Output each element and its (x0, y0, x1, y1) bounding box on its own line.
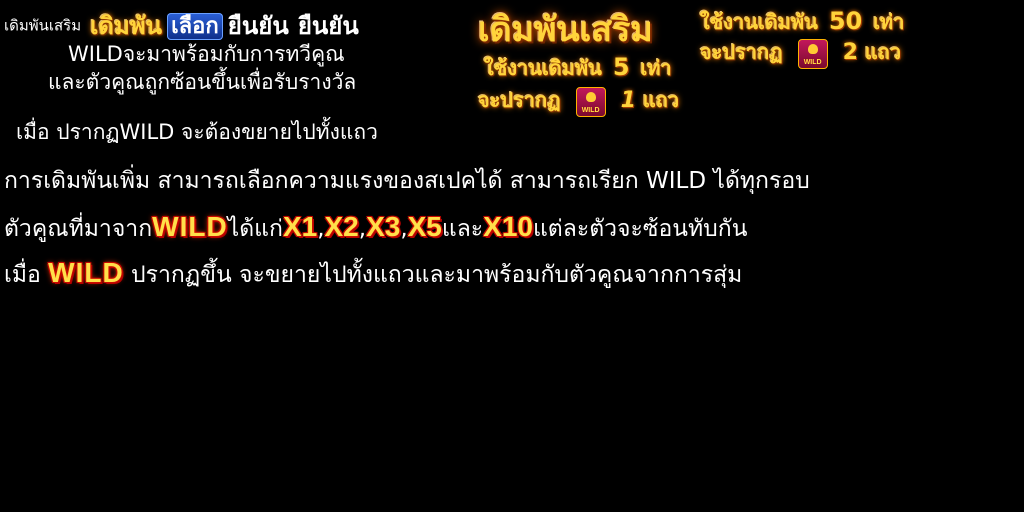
multiplier-x2: X2 (324, 211, 359, 242)
wild-symbol-icon (575, 86, 606, 117)
extra-bet-small-label: เดิมพันเสริม (4, 16, 82, 35)
bet5-line: ใช้งานเดิมพัน 5 เท่า (484, 52, 672, 84)
desc-l2-a: ตัวคูณที่มาจาก (4, 216, 153, 242)
bet50-appear-line: จะปรากฏ 2 แถว (700, 36, 901, 69)
bet5-appear: จะปรากฏ (478, 88, 561, 112)
desc-l3-a: เมื่อ (4, 262, 41, 288)
wild-info-line-2: และตัวคูณถูกซ้อนขึ้นเพื่อรับรางวัล (48, 70, 357, 94)
desc-l2-d: แต่ละตัวจะซ้อนทับกัน (532, 216, 748, 242)
sep: , (400, 216, 408, 242)
multiplier-x5: X5 (407, 211, 442, 242)
desc-l2-c: และ (441, 216, 484, 242)
bet5-number: 5 (612, 53, 630, 81)
multiplier-x1: X1 (282, 211, 318, 242)
bet5-rows: แถว (642, 88, 680, 112)
bet50-number: 50 (828, 7, 863, 35)
bet50-count: 2 (842, 40, 858, 65)
desc-l3-b: ปรากฏขึ้น จะขยายไปทั้งแถวและมาพร้อมกับตั… (131, 262, 743, 288)
confirm-button-1[interactable]: ยืนยัน (228, 12, 289, 40)
bet-gold-label: เดิมพัน (90, 12, 163, 40)
sep: , (317, 216, 325, 242)
wild-info-line-3: เมื่อ ปรากฏWILD จะต้องขยายไปทั้งแถว (16, 120, 378, 144)
bet5-suffix: เท่า (640, 56, 672, 80)
multiplier-x3: X3 (366, 211, 401, 242)
bet5-count: 1 (620, 88, 636, 113)
bet50-suffix: เท่า (873, 10, 905, 34)
wild-symbol-icon (797, 38, 828, 69)
wild-word: WILD (152, 211, 228, 242)
desc-l2-b: ได้แก่ (227, 216, 283, 242)
bet5-prefix: ใช้งานเดิมพัน (484, 56, 602, 80)
bet50-rows: แถว (864, 40, 902, 64)
bet50-appear: จะปรากฏ (700, 40, 783, 64)
top-bar: เดิมพันเสริม เดิมพัน เลือก ยืนยัน ยืนยัน (4, 6, 359, 40)
multiplier-x10: X10 (483, 211, 533, 242)
bet5-appear-line: จะปรากฏ 1 แถว (478, 84, 679, 117)
desc-line-2: ตัวคูณที่มาจากWILDได้แก่X1,X2,X3,X5และX1… (4, 204, 747, 252)
extra-bet-title: เดิมพันเสริม (478, 10, 653, 50)
sep: , (358, 216, 367, 242)
bet50-line: ใช้งานเดิมพัน 50 เท่า (700, 6, 904, 38)
select-button[interactable]: เลือก (167, 13, 223, 40)
confirm-button-2[interactable]: ยืนยัน (298, 12, 359, 40)
bet50-prefix: ใช้งานเดิมพัน (700, 10, 818, 34)
wild-word: WILD (48, 257, 124, 288)
desc-line-1: การเดิมพันเพิ่ม สามารถเลือกความแรงของสเป… (4, 168, 810, 194)
desc-line-3: เมื่อ WILD ปรากฏขึ้น จะขยายไปทั้งแถวและม… (4, 250, 742, 298)
